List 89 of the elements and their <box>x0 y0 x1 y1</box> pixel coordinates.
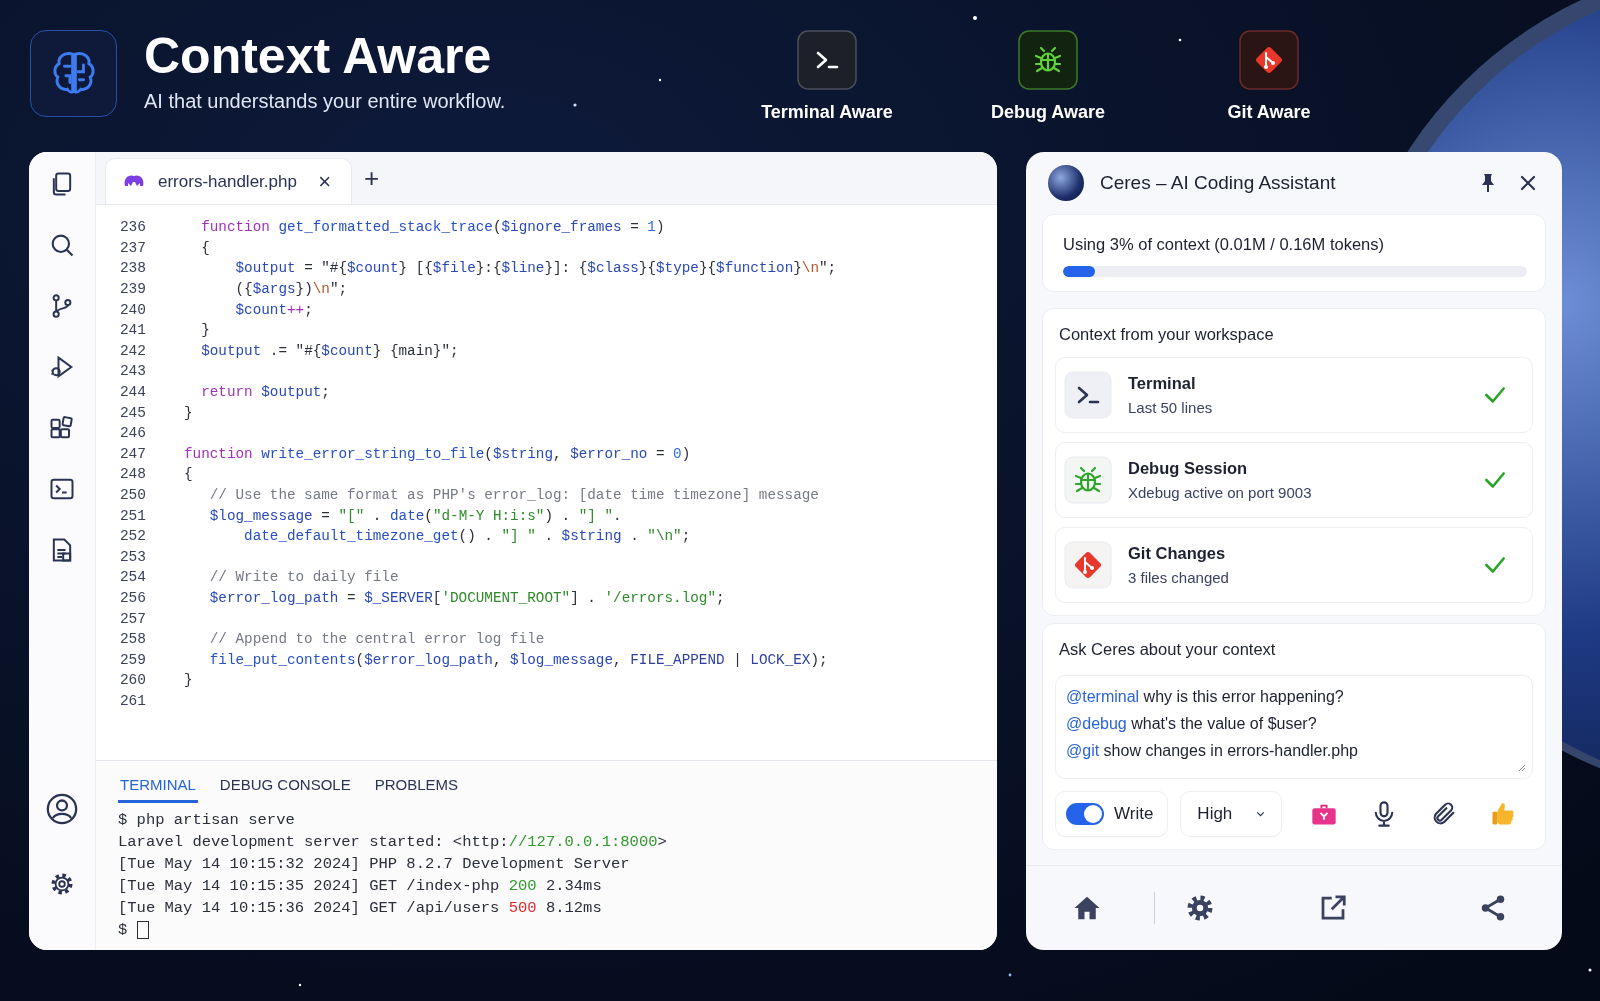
item-title: Debug Session <box>1128 459 1249 478</box>
context-item[interactable]: Git Changes 3 files changed <box>1055 527 1533 603</box>
line-number: 253 <box>118 548 146 565</box>
resize-grip-icon[interactable] <box>1516 762 1526 772</box>
item-title: Git Changes <box>1128 544 1227 563</box>
line-number: 245 <box>118 404 146 421</box>
line-number: 248 <box>118 466 146 483</box>
line-number: 240 <box>118 301 146 318</box>
line-number: 242 <box>118 342 146 359</box>
git-icon <box>1064 541 1112 589</box>
account-icon[interactable] <box>45 792 79 826</box>
line-number: 250 <box>118 487 146 503</box>
effort-dropdown[interactable]: High <box>1180 791 1283 837</box>
terminal-line: [Tue May 14 10:15:35 2024] GET /index-php 200 2.34ms <box>118 877 602 895</box>
line-number: 252 <box>118 528 146 545</box>
code-line: $output .= "#{$count} {main}"; <box>200 342 459 359</box>
code-line: file_put_contents($error_log_path, $log_message, FILE_APPEND | LOCK_EX); <box>208 651 828 668</box>
panel-title: Ceres – AI Coding Assistant <box>1100 172 1337 194</box>
line-number: 254 <box>118 569 146 586</box>
code-line: $error_log_path = $_SERVER['DOCUMENT_ROOT"] . '/errors.log"; <box>208 590 725 606</box>
write-toggle[interactable]: Write <box>1055 791 1169 837</box>
code-line: { <box>200 239 210 256</box>
usage-text: Using 3% of context (0.01M / 0.16M tokens) <box>1063 235 1385 254</box>
terminal-icon <box>1064 371 1112 419</box>
line-number: 238 <box>118 260 146 277</box>
feature-label: Terminal Aware <box>761 101 893 123</box>
code-line: function get_formatted_stack_trace($ignore_frames = 1) <box>200 219 665 236</box>
toggle-label: Write <box>1114 804 1154 824</box>
section-heading: Ask Ceres about your context <box>1058 640 1277 659</box>
line-number: 257 <box>118 610 146 627</box>
code-line: $log_message = "[" . date("d-M-Y H:i:s") . "] ". <box>208 507 622 524</box>
context-item[interactable]: Terminal Last 50 lines <box>1055 357 1533 433</box>
code-line: function write_error_string_to_file($string, $error_no = 0) <box>184 445 691 462</box>
context-item[interactable]: Debug Session Xdebug active on port 9003 <box>1055 442 1533 518</box>
line-number: 251 <box>118 507 146 524</box>
settings-icon[interactable] <box>1185 893 1215 923</box>
code-line: } <box>184 672 193 689</box>
feature-label: Debug Aware <box>991 101 1105 123</box>
toggle-switch[interactable] <box>1066 803 1104 825</box>
line-number: 244 <box>118 384 146 401</box>
line-number: 258 <box>118 631 146 648</box>
line-number: 243 <box>118 363 146 380</box>
line-number: 260 <box>118 672 146 689</box>
code-line: $output = "#{$count} [{$file}:{$line}]: {$class}{$type}{$function}\n"; <box>234 260 837 277</box>
prompt-field[interactable]: @terminal why is this error happening? @debug what's the value of $user? @git show changes in errors-handler.php <box>1055 675 1533 779</box>
terminal-line: $ <box>118 921 128 939</box>
git-icon <box>1239 29 1299 90</box>
line-number: 236 <box>118 219 146 236</box>
terminal-line: Laravel development server started: <http://127.0.0.1:8000> <box>118 833 667 851</box>
item-detail: Xdebug active on port 9003 <box>1128 484 1313 501</box>
code-line: $count++; <box>234 301 313 318</box>
line-number: 239 <box>118 281 146 298</box>
line-number: 241 <box>118 322 146 339</box>
item-title: Terminal <box>1128 374 1197 393</box>
terminal-icon <box>797 29 857 90</box>
code-line: } <box>200 322 210 339</box>
feature-label: Git Aware <box>1227 101 1311 123</box>
terminal-line: [Tue May 14 10:15:32 2024] PHP 8.2.7 Development Server <box>118 855 630 873</box>
code-line: // Append to the central error log file <box>208 631 545 648</box>
code-line: { <box>184 466 193 483</box>
code-line: return $output; <box>200 384 330 401</box>
code-line: date_default_timezone_get() . "] " . $string . "\n"; <box>243 528 691 545</box>
code-line: ({$args})\n"; <box>234 281 348 298</box>
page-subtitle: AI that understands your entire workflow. <box>144 90 507 113</box>
item-detail: Last 50 lines <box>1128 399 1214 416</box>
item-detail: 3 files changed <box>1128 569 1230 586</box>
close-tab-button[interactable]: × <box>314 170 335 193</box>
assistant-avatar <box>1048 165 1084 201</box>
terminal-line: [Tue May 14 10:15:36 2024] GET /api/users 500 8.12ms <box>118 899 602 917</box>
line-number: 261 <box>118 692 146 709</box>
code-line: // Write to daily file <box>208 569 399 586</box>
line-number: 247 <box>118 445 146 462</box>
section-heading: Context from your workspace <box>1058 325 1275 344</box>
panel-tab[interactable]: TERMINAL <box>118 761 198 803</box>
file-tab[interactable]: errors-handler.php × <box>105 158 352 204</box>
line-number: 256 <box>118 590 146 606</box>
brain-logo-icon <box>30 29 117 117</box>
debug-icon <box>1064 456 1112 504</box>
code-line: // Use the same format as PHP's error_log: [date time timezone] message <box>208 487 819 503</box>
code-line: } <box>184 404 193 421</box>
line-number: 246 <box>118 425 146 442</box>
page-title: Context Aware <box>144 29 493 84</box>
panel-tab[interactable]: DEBUG CONSOLE <box>217 761 353 803</box>
new-tab-button[interactable]: + <box>360 165 384 191</box>
line-number: 237 <box>118 239 146 256</box>
line-number: 259 <box>118 651 146 668</box>
panel-tab[interactable]: PROBLEMS <box>372 761 461 803</box>
debug-icon <box>1018 29 1078 90</box>
terminal-line: $ php artisan serve <box>118 811 295 829</box>
